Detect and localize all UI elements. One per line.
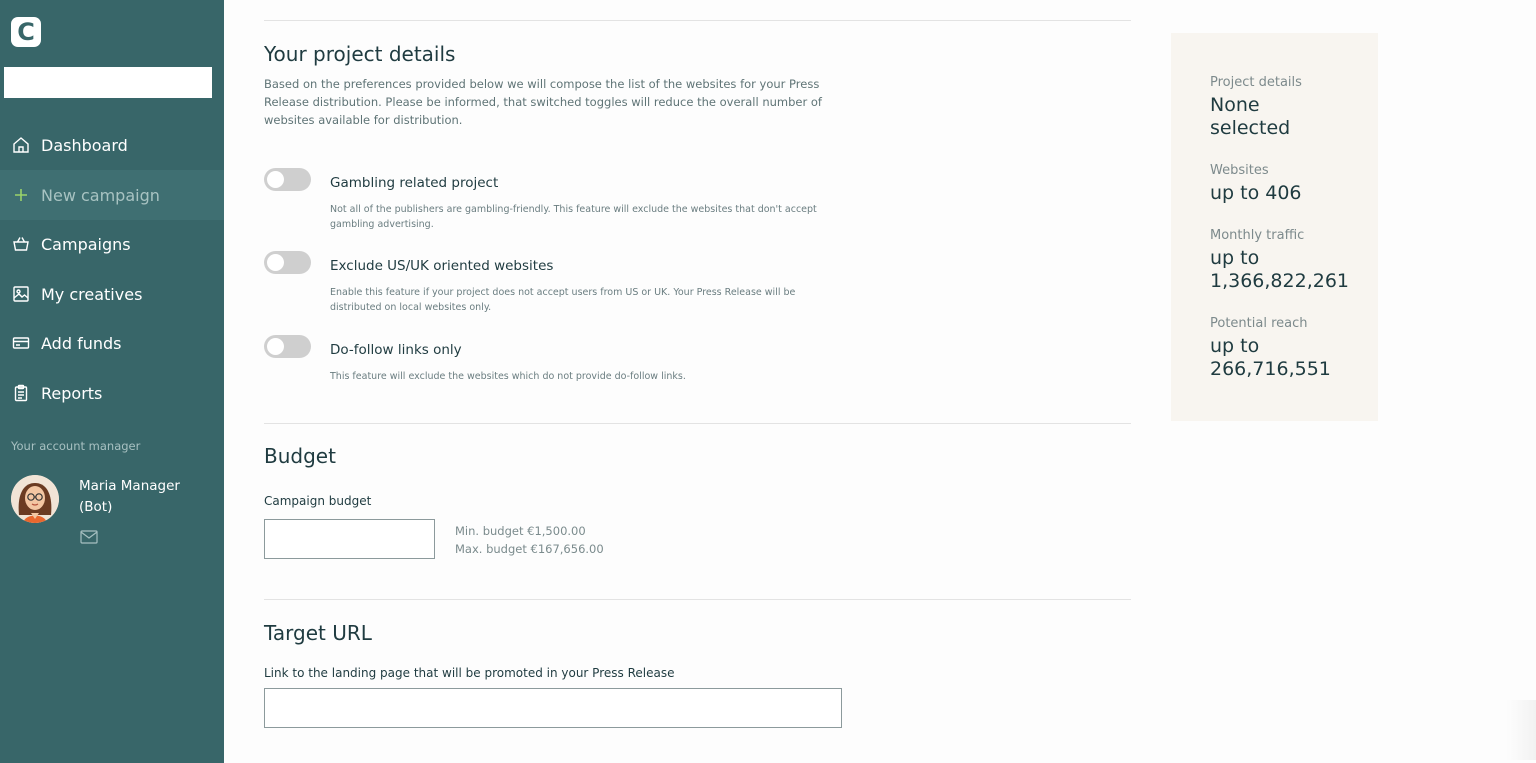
account-manager-caption: Your account manager (11, 439, 141, 453)
card-icon (11, 333, 31, 353)
budget-divider (264, 423, 1131, 424)
home-icon (11, 135, 31, 155)
sidebar-item-label: Dashboard (41, 135, 128, 155)
summary-websites-value: up to 406 (1210, 182, 1302, 204)
basket-icon (11, 234, 31, 254)
sidebar-item-campaigns[interactable]: Campaigns (0, 219, 224, 269)
sidebar-item-my-creatives[interactable]: My creatives (0, 269, 224, 319)
project-details-intro: Based on the preferences provided below … (264, 77, 822, 127)
campaign-budget-label: Campaign budget (264, 494, 372, 508)
exclude-us-uk-option-description: Enable this feature if your project does… (330, 287, 796, 313)
campaign-budget-input[interactable] (264, 519, 435, 559)
exclude-us-uk-option-title: Exclude US/UK oriented websites (330, 258, 554, 274)
target-url-title: Target URL (264, 621, 372, 645)
summary-websites-label: Websites (1210, 163, 1269, 178)
gambling-option-description: Not all of the publishers are gambling-f… (330, 204, 817, 230)
image-icon (11, 284, 31, 304)
target-url-label: Link to the landing page that will be pr… (264, 666, 675, 680)
sidebar-item-label: Campaigns (41, 234, 131, 254)
sidebar-search-input[interactable] (4, 67, 212, 98)
toggle-knob (267, 338, 284, 355)
sidebar-item-dashboard[interactable]: Dashboard (0, 120, 224, 170)
toggle-knob (267, 254, 284, 271)
summary-traffic-value: up to 1,366,822,261 (1210, 247, 1350, 292)
do-follow-option-title: Do-follow links only (330, 342, 462, 358)
sidebar-item-label: New campaign (41, 185, 160, 205)
budget-title: Budget (264, 444, 336, 468)
summary-panel: Project details None selected Websites u… (1171, 33, 1378, 421)
toggle-knob (267, 171, 284, 188)
summary-reach-value: up to 266,716,551 (1210, 335, 1331, 380)
target-url-divider (264, 599, 1131, 600)
account-manager-name: Maria Manager (Bot) (79, 478, 180, 515)
do-follow-toggle[interactable] (264, 335, 311, 358)
gambling-toggle[interactable] (264, 168, 311, 191)
sidebar: C Dashboard New campaign Campaigns My cr… (0, 0, 224, 763)
sidebar-item-label: My creatives (41, 284, 143, 304)
scroll-edge-shade (1506, 700, 1536, 760)
avatar (11, 475, 59, 523)
top-divider (264, 20, 1131, 21)
clipboard-icon (11, 383, 31, 403)
sidebar-item-reports[interactable]: Reports (0, 368, 224, 418)
do-follow-option-description: This feature will exclude the websites w… (330, 371, 686, 382)
exclude-us-uk-toggle[interactable] (264, 251, 311, 274)
max-budget-text: Max. budget €167,656.00 (455, 542, 604, 556)
sidebar-item-label: Add funds (41, 333, 122, 353)
summary-reach-label: Potential reach (1210, 316, 1308, 331)
plus-icon (11, 185, 31, 205)
min-budget-text: Min. budget €1,500.00 (455, 524, 586, 538)
summary-traffic-label: Monthly traffic (1210, 228, 1305, 243)
sidebar-item-add-funds[interactable]: Add funds (0, 318, 224, 368)
summary-project-details-label: Project details (1210, 75, 1302, 90)
sidebar-item-new-campaign[interactable]: New campaign (0, 170, 224, 220)
target-url-input[interactable] (264, 688, 842, 728)
gambling-option-title: Gambling related project (330, 175, 499, 191)
sidebar-item-label: Reports (41, 383, 103, 403)
app-logo[interactable]: C (11, 17, 41, 47)
mail-icon[interactable] (80, 529, 98, 544)
project-details-title: Your project details (264, 42, 456, 66)
summary-project-details-value: None selected (1210, 94, 1291, 139)
